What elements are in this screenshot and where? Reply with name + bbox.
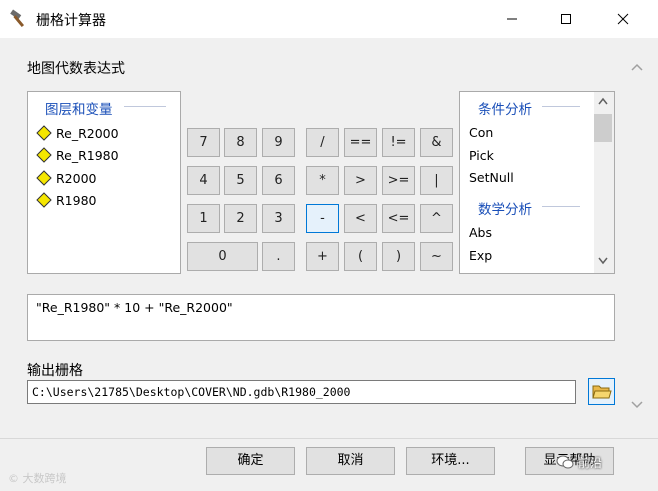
watermark-text: © 大数跨境 [8,472,67,485]
heading-divider [542,206,580,207]
watermark-text: 前沿 [578,456,603,470]
function-group-heading: 数学分析 [478,202,532,218]
key-7[interactable]: 7 [187,128,220,157]
key-multiply[interactable]: * [306,166,339,195]
layer-item[interactable]: Re_R2000 [36,123,176,143]
close-button[interactable] [597,0,651,38]
output-raster-input[interactable]: C:\Users\21785\Desktop\COVER\ND.gdb\R198… [27,380,576,404]
raster-layer-diamond-icon [36,170,52,186]
raster-layer-diamond-icon [36,125,52,141]
key-4[interactable]: 4 [187,166,220,195]
raster-layer-diamond-icon [36,147,52,163]
key-divide[interactable]: / [306,128,339,157]
chevron-up-icon [631,63,643,71]
layer-item[interactable]: R1980 [36,190,176,210]
function-item[interactable]: Pick [469,148,494,163]
key-8[interactable]: 8 [224,128,257,157]
close-icon [617,13,629,25]
layer-item[interactable]: R2000 [36,168,176,188]
function-item[interactable]: SetNull [469,170,514,185]
key-close-paren[interactable]: ) [382,242,415,271]
hammer-icon [9,9,31,29]
maximize-button[interactable] [540,0,594,38]
minimize-icon [507,18,517,20]
layer-label: Re_R2000 [56,126,119,141]
key-0[interactable]: 0 [187,242,258,271]
output-raster-label: 输出栅格 [27,363,83,379]
tools-list: 条件分析 Con Pick SetNull 数学分析 Abs Exp [459,91,615,274]
raster-layer-diamond-icon [36,192,52,208]
key-xor[interactable]: ^ [420,204,453,233]
function-item[interactable]: Con [469,125,493,140]
chevron-down-icon [631,401,643,409]
layers-list: 图层和变量 Re_R2000 Re_R1980 R2000 R1980 [27,91,181,274]
key-2[interactable]: 2 [224,204,257,233]
wechat-icon [556,455,574,469]
key-6[interactable]: 6 [262,166,295,195]
key-less-equal[interactable]: <= [382,204,415,233]
minimize-button[interactable] [486,0,540,38]
function-item[interactable]: Exp [469,248,492,263]
key-not[interactable]: ~ [420,242,453,271]
layer-item[interactable]: Re_R1980 [36,145,176,165]
key-not-equal[interactable]: != [382,128,415,157]
heading-divider [124,106,166,107]
key-5[interactable]: 5 [224,166,257,195]
title-bar: 栅格计算器 [0,0,658,38]
dialog-scrollbar[interactable] [627,50,647,420]
function-item[interactable]: Abs [469,225,492,240]
expression-text: "Re_R1980" * 10 + "Re_R2000" [36,300,233,315]
key-open-paren[interactable]: ( [344,242,377,271]
key-less[interactable]: < [344,204,377,233]
wechat-watermark: 前沿 [548,450,650,474]
footer-divider [0,438,658,439]
ok-button[interactable]: 确定 [206,447,295,475]
chevron-up-icon[interactable] [597,96,609,106]
key-9[interactable]: 9 [262,128,295,157]
expression-textarea[interactable]: "Re_R1980" * 10 + "Re_R2000" [27,294,615,341]
maximize-icon [561,14,571,24]
key-greater[interactable]: > [344,166,377,195]
layer-label: R1980 [56,193,97,208]
browse-output-button[interactable] [588,378,615,405]
key-1[interactable]: 1 [187,204,220,233]
scrollbar-thumb[interactable] [594,114,612,142]
key-and[interactable]: & [420,128,453,157]
window-title: 栅格计算器 [36,13,106,29]
environments-button[interactable]: 环境... [406,447,495,475]
layers-heading: 图层和变量 [45,102,113,118]
chevron-down-icon[interactable] [597,256,609,266]
key-equal[interactable]: == [344,128,377,157]
function-group-heading: 条件分析 [478,102,532,118]
layer-label: Re_R1980 [56,148,119,163]
key-3[interactable]: 3 [262,204,295,233]
cancel-button[interactable]: 取消 [306,447,395,475]
open-folder-icon [592,385,612,399]
key-greater-equal[interactable]: >= [382,166,415,195]
layer-label: R2000 [56,171,97,186]
key-or[interactable]: | [420,166,453,195]
heading-divider [542,106,580,107]
expression-section-label: 地图代数表达式 [27,61,125,77]
key-plus[interactable]: + [306,242,339,271]
key-decimal[interactable]: . [262,242,295,271]
key-minus[interactable]: - [306,204,339,233]
